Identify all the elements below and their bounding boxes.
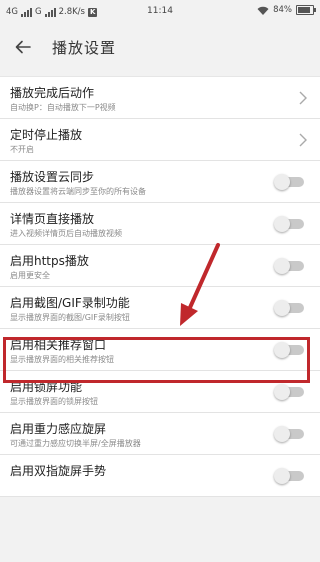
toggle-knob — [274, 384, 290, 400]
toggle-switch[interactable] — [272, 425, 306, 443]
setting-row[interactable]: 播放完成后动作自动换P：自动播放下一P视频 — [0, 77, 320, 119]
toggle-switch[interactable] — [272, 257, 306, 275]
setting-title: 播放设置云同步 — [10, 170, 95, 184]
toggle-switch[interactable] — [272, 467, 306, 485]
setting-title: 启用相关推荐窗口 — [10, 338, 107, 352]
setting-title: 定时停止播放 — [10, 128, 83, 142]
back-button[interactable] — [0, 24, 46, 70]
chevron-right-icon — [299, 91, 307, 105]
setting-row[interactable]: 启用截图/GIF录制功能显示播放界面的截图/GIF录制按钮 — [0, 287, 320, 329]
toggle-knob — [274, 342, 290, 358]
toggle-knob — [274, 216, 290, 232]
setting-subtitle: 播放器设置将云端同步至你的所有设备 — [10, 187, 146, 196]
toggle-switch[interactable] — [272, 299, 306, 317]
status-right: 84% — [257, 5, 316, 15]
setting-title: 播放完成后动作 — [10, 86, 95, 100]
setting-subtitle: 显示播放界面的相关推荐按钮 — [10, 355, 114, 364]
setting-subtitle: 进入视频详情页后自动播放视频 — [10, 229, 122, 238]
toggle-switch[interactable] — [272, 173, 306, 191]
toggle-knob — [274, 300, 290, 316]
wifi-icon — [257, 6, 269, 15]
battery-percent: 84% — [273, 5, 292, 15]
setting-title: 启用截图/GIF录制功能 — [10, 296, 130, 310]
setting-row[interactable]: 启用https播放启用更安全 — [0, 245, 320, 287]
setting-subtitle: 启用更安全 — [10, 271, 50, 280]
setting-title: 启用锁屏功能 — [10, 380, 83, 394]
toggle-knob — [274, 426, 290, 442]
toggle-switch[interactable] — [272, 341, 306, 359]
setting-row[interactable]: 启用重力感应旋屏可通过重力感应切换半屏/全屏播放器 — [0, 413, 320, 455]
status-bar: 4G G 2.8K/s K 11:14 84% — [0, 0, 320, 24]
page-title: 播放设置 — [52, 38, 117, 57]
setting-subtitle: 自动换P：自动播放下一P视频 — [10, 103, 116, 112]
setting-subtitle: 显示播放界面的锁屏按钮 — [10, 397, 98, 406]
setting-subtitle: 显示播放界面的截图/GIF录制按钮 — [10, 313, 130, 322]
toggle-switch[interactable] — [272, 215, 306, 233]
setting-subtitle: 不开启 — [10, 145, 34, 154]
setting-title: 启用https播放 — [10, 254, 89, 268]
setting-row[interactable]: 定时停止播放 不开启 — [0, 119, 320, 161]
battery-icon — [296, 5, 316, 15]
setting-title: 详情页直接播放 — [10, 212, 95, 226]
setting-row[interactable]: 详情页直接播放进入视频详情页后自动播放视频 — [0, 203, 320, 245]
settings-list: 播放完成后动作自动换P：自动播放下一P视频定时停止播放不开启播放设置云同步播放器… — [0, 76, 320, 497]
setting-title: 启用重力感应旋屏 — [10, 422, 107, 436]
toggle-switch[interactable] — [272, 383, 306, 401]
chevron-right-icon — [299, 133, 307, 147]
setting-subtitle: 可通过重力感应切换半屏/全屏播放器 — [10, 439, 141, 448]
setting-row[interactable]: 启用双指旋屏手势 — [0, 455, 320, 497]
setting-title: 启用双指旋屏手势 — [10, 464, 107, 478]
setting-row[interactable]: 启用相关推荐窗口显示播放界面的相关推荐按钮 — [0, 329, 320, 371]
toggle-knob — [274, 258, 290, 274]
arrow-left-icon — [15, 40, 31, 54]
setting-row[interactable]: 播放设置云同步播放器设置将云端同步至你的所有设备 — [0, 161, 320, 203]
setting-row[interactable]: 启用锁屏功能显示播放界面的锁屏按钮 — [0, 371, 320, 413]
app-header: 播放设置 — [0, 24, 320, 70]
toggle-knob — [274, 468, 290, 484]
toggle-knob — [274, 174, 290, 190]
